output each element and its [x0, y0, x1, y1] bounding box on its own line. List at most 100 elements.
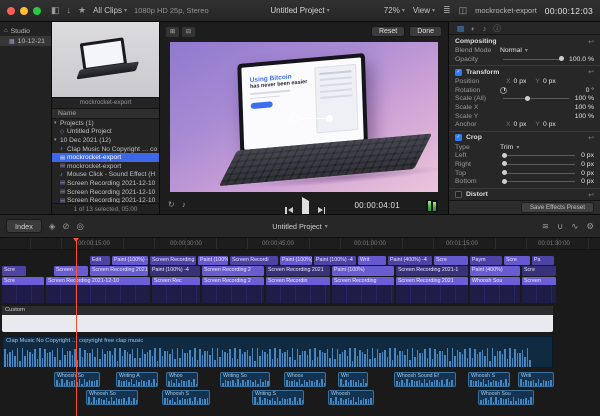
timeline-clip[interactable]: Screen Recording 2021-1 [396, 266, 468, 276]
browser-group-row[interactable]: ▾Projects (1) [52, 119, 159, 128]
timeline-clip[interactable]: Edit [90, 256, 110, 265]
name-column-header[interactable]: Name [52, 108, 159, 119]
connected-audio-clip[interactable]: Whoosh Sou [478, 390, 534, 405]
browser-clip-row[interactable]: ▤mockrocket-export [52, 153, 159, 162]
timeline-clip[interactable]: Paint (100%) [198, 256, 228, 265]
reset-icon[interactable]: ↩ [588, 68, 594, 76]
grid-icon[interactable]: ⊞ [166, 27, 179, 37]
x-value[interactable]: 0 px [514, 78, 527, 85]
transform-anchor-handle[interactable] [290, 114, 299, 123]
browser-clip-row[interactable]: ▤Screen Recording 2021-12-10 [52, 196, 159, 203]
all-clips-filter[interactable]: All Clips ▾ [93, 6, 127, 15]
slider-knob[interactable] [502, 170, 507, 175]
parameter-value[interactable]: 100 % [575, 104, 594, 111]
timeline-clip[interactable]: Paint (100%) -4 [150, 266, 200, 276]
timeline-clip[interactable]: Screen Recording 2021 [266, 266, 330, 276]
timeline-clip[interactable]: Paint (400%) [470, 266, 520, 276]
timeline-clip[interactable]: Paym [470, 256, 502, 265]
timeline-clip[interactable]: Paint (100%) -4 [112, 256, 148, 265]
sidebar-item-event[interactable]: ▦ 10-12-21 [0, 36, 51, 46]
slider-knob[interactable] [502, 161, 507, 166]
dropdown-value[interactable]: Trim [500, 144, 513, 151]
keyword-editor-icon[interactable]: ★ [78, 6, 86, 15]
connected-audio-clip[interactable]: Writing A [116, 372, 158, 387]
timeline-clip[interactable]: Scre [434, 256, 468, 265]
section-checkbox[interactable]: ✓ [455, 69, 462, 76]
parameter-value[interactable]: 100 % [575, 113, 594, 120]
browser-clip-row[interactable]: ♪Mouse Click - Sound Effect (H [52, 171, 159, 180]
parameter-value[interactable]: 0 px [581, 170, 594, 177]
inspector-section-distort[interactable]: Distort↩ [449, 190, 600, 199]
timeline-clip[interactable]: Screen Recording [332, 277, 394, 303]
timeline-clip[interactable]: Paint (100%) [332, 266, 394, 276]
sidebar-toggle-icon[interactable]: ◧ [51, 6, 60, 15]
inspector-toggle-icon[interactable]: ◫ [459, 6, 468, 15]
video-canvas[interactable]: Using Bitcoin has never been easier [170, 42, 438, 192]
close-window-button[interactable] [7, 7, 15, 15]
inspector-section-crop[interactable]: ✓Crop↩ [449, 133, 600, 142]
section-checkbox[interactable]: ✓ [455, 134, 462, 141]
browser-clip-row[interactable]: ▤mockrocket-export [52, 162, 159, 171]
parameter-slider[interactable] [503, 181, 575, 182]
clip-appearance-icon[interactable]: ≋ [542, 221, 549, 232]
parameter-slider[interactable] [503, 98, 569, 99]
timeline-clip[interactable]: Scre [504, 256, 530, 265]
trim-tool-icon[interactable]: ⊘ [62, 221, 69, 232]
timeline-clip[interactable]: Writ [358, 256, 386, 265]
parameter-slider[interactable] [503, 164, 575, 165]
effects-browser-icon[interactable]: ≣ [443, 6, 451, 15]
skimming-icon[interactable]: ∿ [571, 221, 578, 232]
connected-audio-clip[interactable]: Writing S [252, 390, 304, 405]
timeline-project-breadcrumb[interactable]: Untitled Project ▾ [272, 222, 328, 231]
color-tab-icon[interactable]: ◐ [471, 24, 476, 33]
parameter-value[interactable]: 0 ° [586, 87, 594, 94]
audio-tab-icon[interactable]: ♪ [483, 24, 487, 33]
reset-button[interactable]: Reset [371, 26, 405, 37]
timeline-clip[interactable]: Screen Recording 20 [150, 256, 196, 265]
clip-filmstrip-preview[interactable] [52, 22, 159, 98]
connected-audio-clip[interactable]: Wri [338, 372, 368, 387]
timeline-clip[interactable]: Paint (100%) -4 [314, 256, 356, 265]
timeline-clip[interactable]: Pa [532, 256, 554, 265]
parameter-slider[interactable] [503, 155, 575, 156]
skip-back-button[interactable] [285, 207, 293, 214]
range-tool-icon[interactable]: ◎ [77, 221, 84, 232]
timeline-clip[interactable]: Screen [54, 266, 88, 276]
browser-clip-row[interactable]: ▤Screen Recording 2021-12-10 [52, 179, 159, 188]
overlay-icon[interactable]: ⊟ [182, 27, 195, 37]
parameter-value[interactable]: 0 px [581, 178, 594, 185]
parameter-slider[interactable] [503, 173, 575, 174]
timeline-clip[interactable]: Screen Recording 2021 [396, 277, 468, 303]
parameter-value[interactable]: 0 px [581, 161, 594, 168]
y-value[interactable]: 0 px [543, 121, 556, 128]
inspector-section-compositing[interactable]: Compositing↩ [449, 37, 600, 46]
timeline-ruler[interactable]: 00:00:15:0000:00:30:0000:00:45:0000:01:0… [0, 238, 600, 250]
reset-icon[interactable]: ↩ [588, 191, 594, 199]
reset-icon[interactable]: ↩ [588, 38, 594, 46]
inspector-section-transform[interactable]: ✓Transform↩ [449, 68, 600, 77]
snapping-icon[interactable]: ∪ [557, 221, 563, 232]
browser-group-row[interactable]: ▾10 Dec 2021 (12) [52, 136, 159, 145]
dropdown-value[interactable]: Normal [500, 47, 522, 54]
audio-meters[interactable] [426, 200, 438, 212]
music-audio-clip[interactable]: Clap Music No Copyright … copyright free… [2, 336, 553, 368]
connected-audio-clip[interactable]: Whoo [166, 372, 198, 387]
timeline-clip[interactable]: Scre [522, 266, 556, 276]
timeline-clip[interactable]: Scre [2, 277, 44, 303]
y-value[interactable]: 0 px [543, 78, 556, 85]
timeline-clip[interactable]: Scre [2, 266, 26, 276]
done-button[interactable]: Done [409, 26, 442, 37]
parameter-value[interactable]: 100 % [575, 95, 594, 102]
storyline-generator-clip[interactable]: Custom [2, 306, 553, 332]
import-media-icon[interactable]: ↓ [67, 6, 72, 15]
timeline-clip[interactable]: Screen Recordi [230, 256, 278, 265]
video-tab-icon[interactable]: ▤ [457, 24, 464, 33]
connected-audio-clip[interactable]: Whoosh Sound Ef [394, 372, 456, 387]
browser-clip-row[interactable]: ▤Screen Recording 2021-12-10 [52, 188, 159, 197]
section-checkbox[interactable] [455, 191, 462, 198]
timeline-clip[interactable]: Paint (100%) [280, 256, 312, 265]
sidebar-item-library[interactable]: ⌂ Studio [0, 26, 51, 36]
timeline-clip[interactable]: Whoosh Sou [470, 277, 520, 303]
connected-audio-clip[interactable]: Whoosh S [468, 372, 510, 387]
rotation-dial[interactable] [500, 87, 507, 94]
